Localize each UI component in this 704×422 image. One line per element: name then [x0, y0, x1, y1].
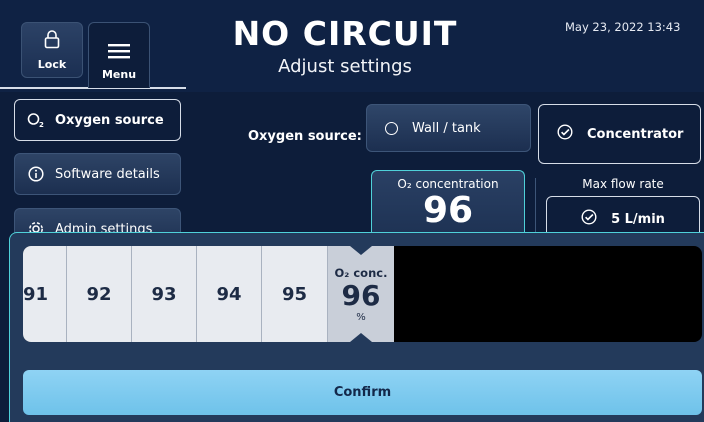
page-title: NO CIRCUIT	[232, 14, 458, 53]
confirm-button[interactable]: Confirm	[23, 370, 702, 415]
picker-value-label: 93	[151, 283, 177, 305]
selection-marker-top	[350, 246, 372, 255]
o2-concentration-label: O₂ concentration	[397, 177, 499, 191]
picker-selected-unit: %	[356, 311, 366, 323]
wall-tank-option[interactable]: Wall / tank	[366, 104, 531, 152]
picker-selected-number: 96	[341, 278, 381, 312]
info-icon	[27, 166, 45, 182]
picker-selected-value[interactable]: O₂ conc. 96 %	[328, 246, 394, 342]
sidebar-item-oxygen-source[interactable]: 2 Oxygen source	[14, 99, 181, 141]
datetime-display: May 23, 2022 13:43	[565, 20, 681, 34]
picker-value[interactable]: 91	[23, 246, 67, 342]
check-icon	[581, 209, 597, 229]
picker-value-label: 94	[216, 283, 242, 305]
max-flow-label: Max flow rate	[582, 177, 664, 191]
picker-value[interactable]: 92	[67, 246, 132, 342]
picker-selected-label: O₂ conc.	[334, 265, 388, 280]
svg-text:2: 2	[39, 121, 44, 128]
radio-icon	[385, 121, 398, 135]
o2-icon: 2	[27, 112, 45, 128]
sidebar-item-label: Oxygen source	[55, 112, 164, 128]
o2-concentration-value: 96	[422, 190, 474, 231]
lock-button[interactable]: Lock	[21, 22, 83, 78]
divider	[535, 178, 536, 238]
menu-button[interactable]: Menu	[88, 22, 150, 88]
concentrator-option[interactable]: Concentrator	[538, 104, 701, 164]
oxygen-source-label: Oxygen source:	[248, 129, 362, 144]
selection-marker-bottom	[350, 333, 372, 342]
lock-icon	[44, 29, 60, 52]
check-icon	[557, 124, 573, 144]
picker-value[interactable]: 95	[262, 246, 328, 342]
confirm-label: Confirm	[333, 385, 392, 400]
picker-value-label: 91	[23, 283, 49, 305]
picker-value-label: 95	[281, 283, 308, 305]
concentrator-label: Concentrator	[587, 126, 684, 142]
wall-tank-label: Wall / tank	[412, 120, 481, 136]
picker-value[interactable]: 94	[197, 246, 262, 342]
lock-label: Lock	[37, 58, 67, 71]
menu-label: Menu	[101, 68, 137, 81]
picker-value[interactable]: 93	[132, 246, 197, 342]
sidebar-item-label: Software details	[55, 166, 160, 182]
hamburger-icon	[108, 43, 130, 62]
max-flow-value: 5 L/min	[611, 211, 665, 227]
picker-value-label: 92	[86, 283, 112, 305]
sidebar-item-software-details[interactable]: Software details	[14, 153, 181, 195]
page-subtitle: Adjust settings	[278, 56, 412, 77]
